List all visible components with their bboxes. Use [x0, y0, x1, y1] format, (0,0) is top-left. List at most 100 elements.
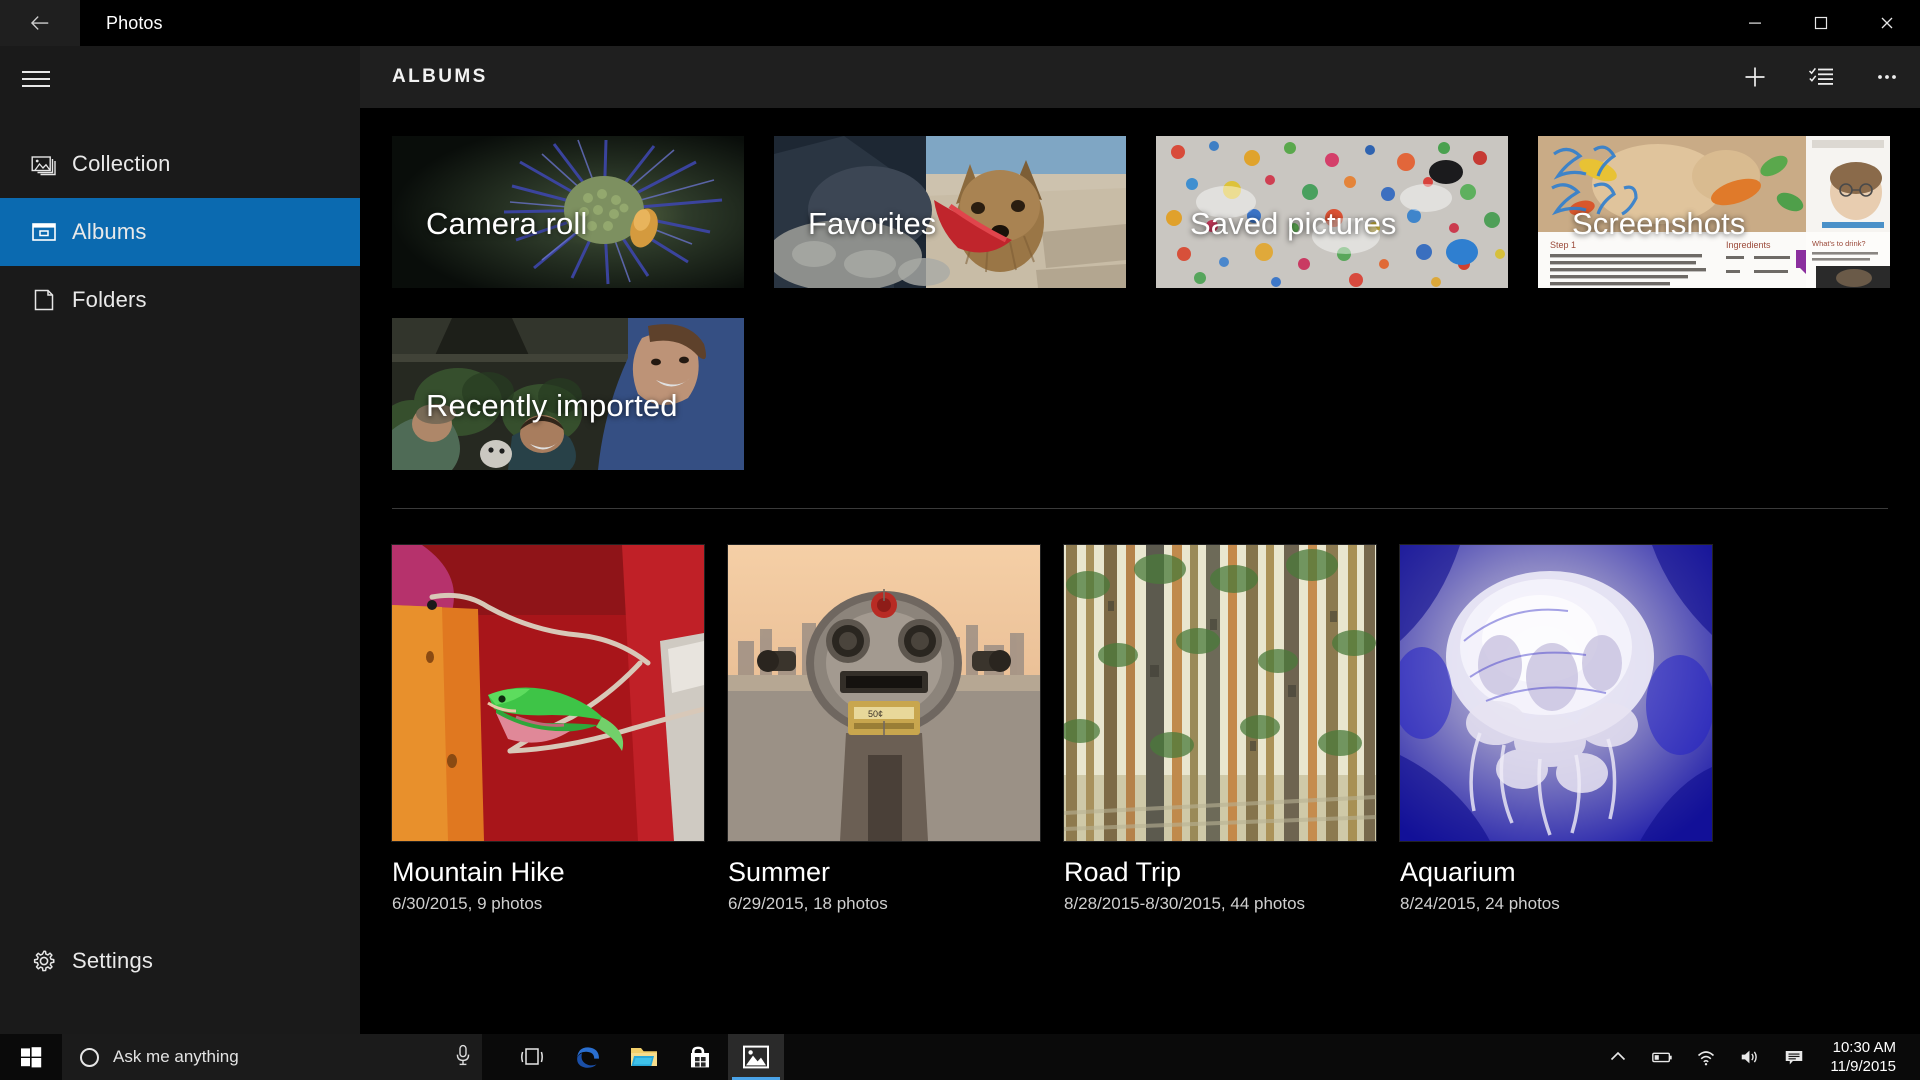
photos-app-window: Photos Collection Albums Folders Setting…	[0, 0, 1920, 1080]
sidebar-item-albums[interactable]: Albums	[0, 198, 360, 266]
special-albums-grid: Camera roll Favorites Saved pictures Ste…	[360, 108, 1920, 470]
clock[interactable]: 10:30 AM 11/9/2015	[1816, 1038, 1912, 1076]
start-button[interactable]	[0, 1034, 62, 1080]
user-albums-grid: Mountain Hike 6/30/2015, 9 photos 50¢ Su…	[360, 509, 1920, 914]
album-banner-label: Camera roll	[426, 206, 588, 241]
album-banner-saved-pictures[interactable]: Saved pictures	[1156, 136, 1508, 288]
album-banner-screenshots[interactable]: Step 1 Ingredients What's to drink? Scre…	[1538, 136, 1890, 288]
album-card-summer[interactable]: 50¢ Summer 6/29/2015, 18 photos	[728, 545, 1040, 914]
close-button[interactable]	[1854, 0, 1920, 46]
sidebar-item-label: Collection	[72, 151, 171, 176]
sidebar-item-settings[interactable]: Settings	[0, 930, 360, 992]
select-checklist-icon	[1808, 67, 1833, 85]
wifi-icon	[1697, 1051, 1715, 1066]
photos-app-icon	[743, 1045, 769, 1069]
album-meta: 6/30/2015, 9 photos	[392, 894, 543, 913]
maximize-button[interactable]	[1788, 0, 1854, 46]
album-title: Road Trip	[1064, 857, 1182, 887]
sidebar-item-collection[interactable]: Collection	[0, 130, 360, 198]
collection-icon	[16, 151, 72, 177]
sidebar-item-label: Folders	[72, 287, 147, 312]
network-button[interactable]	[1684, 1034, 1728, 1080]
album-banner-label: Favorites	[808, 206, 937, 241]
sidebar-settings-label: Settings	[72, 948, 154, 973]
album-banner-label: Saved pictures	[1190, 206, 1397, 241]
windows-start-icon	[21, 1047, 42, 1068]
edge-browser-icon	[577, 1047, 599, 1068]
sidebar-item-label: Albums	[72, 219, 147, 244]
main-content: ALBUMS Camera roll Favorites Saved pictu…	[360, 46, 1920, 1034]
microphone-button[interactable]	[454, 1044, 472, 1071]
new-album-button[interactable]	[1722, 46, 1788, 108]
album-meta: 8/24/2015, 24 photos	[1400, 894, 1560, 913]
navigation-sidebar: Collection Albums Folders Settings	[0, 46, 360, 1034]
maximize-icon	[1814, 16, 1828, 30]
albums-header-bar: ALBUMS	[360, 46, 1920, 108]
album-thumbnail[interactable]	[1400, 545, 1712, 841]
album-banner-camera-roll[interactable]: Camera roll	[392, 136, 744, 288]
show-hidden-icons-button[interactable]	[1596, 1034, 1640, 1080]
album-thumbnail[interactable]	[1064, 545, 1376, 841]
taskbar-photos-button[interactable]	[728, 1034, 784, 1080]
page-title: ALBUMS	[392, 66, 488, 87]
album-thumbnail[interactable]: 50¢	[728, 545, 1040, 841]
clock-time: 10:30 AM	[1832, 1039, 1896, 1056]
close-icon	[1881, 17, 1893, 29]
album-title: Summer	[728, 857, 831, 887]
action-center-button[interactable]	[1772, 1034, 1816, 1080]
taskbar-app-buttons	[504, 1034, 784, 1080]
search-input[interactable]: Ask me anything	[113, 1047, 440, 1067]
minimize-button[interactable]	[1722, 0, 1788, 46]
system-tray: 10:30 AM 11/9/2015	[1596, 1034, 1920, 1080]
file-explorer-icon	[631, 1048, 657, 1066]
album-title: Mountain Hike	[392, 857, 565, 887]
windows-taskbar: Ask me anything 10:30 AM 11/9/2015	[0, 1034, 1920, 1080]
more-options-button[interactable]	[1854, 46, 1920, 108]
album-card-road-trip[interactable]: Road Trip 8/28/2015-8/30/2015, 44 photos	[1064, 545, 1376, 914]
album-banner-label: Screenshots	[1572, 206, 1746, 241]
album-title: Aquarium	[1400, 857, 1516, 887]
albums-icon	[16, 219, 72, 245]
gear-icon	[16, 948, 72, 974]
taskbar-task-view-button[interactable]	[504, 1034, 560, 1080]
search-box[interactable]: Ask me anything	[62, 1034, 482, 1080]
microphone-icon	[456, 1044, 470, 1065]
album-banner-favorites[interactable]: Favorites	[774, 136, 1126, 288]
folders-icon	[16, 287, 72, 313]
chevron-up-icon	[1610, 1051, 1626, 1061]
album-card-mountain-hike[interactable]: Mountain Hike 6/30/2015, 9 photos	[392, 545, 704, 914]
svg-text:50¢: 50¢	[868, 709, 883, 719]
sidebar-item-folders[interactable]: Folders	[0, 266, 360, 334]
pine-forest-trees-photo	[1064, 545, 1376, 841]
taskbar-file-explorer-button[interactable]	[616, 1034, 672, 1080]
task-view-icon	[521, 1048, 543, 1065]
blue-jellyfish-photo	[1400, 545, 1712, 841]
more-options-icon	[1878, 75, 1896, 79]
album-meta: 6/29/2015, 18 photos	[728, 894, 888, 913]
green-anole-lizard-photo	[392, 545, 704, 841]
coin-operated-binoculars-photo: 50¢	[728, 545, 1040, 841]
window-title: Photos	[106, 12, 163, 33]
clock-date: 11/9/2015	[1830, 1058, 1896, 1075]
taskbar-microsoft-store-button[interactable]	[672, 1034, 728, 1080]
speaker-icon	[1741, 1050, 1757, 1064]
battery-icon	[1652, 1052, 1672, 1063]
title-bar: Photos	[0, 0, 1920, 46]
battery-button[interactable]	[1640, 1034, 1684, 1080]
plus-icon	[1745, 67, 1765, 87]
minimize-icon	[1749, 22, 1761, 24]
album-card-aquarium[interactable]: Aquarium 8/24/2015, 24 photos	[1400, 545, 1712, 914]
hamburger-menu-button[interactable]	[0, 46, 360, 112]
album-banner-label: Recently imported	[426, 388, 678, 423]
taskbar-edge-button[interactable]	[560, 1034, 616, 1080]
back-button[interactable]	[0, 0, 80, 46]
hamburger-menu-icon	[16, 71, 56, 87]
album-banner-recently-imported[interactable]: Recently imported	[392, 318, 744, 470]
microsoft-store-icon	[691, 1046, 709, 1068]
notification-icon	[1785, 1050, 1803, 1065]
album-thumbnail[interactable]	[392, 545, 704, 841]
svg-text:What's to drink?: What's to drink?	[1812, 239, 1866, 248]
album-meta: 8/28/2015-8/30/2015, 44 photos	[1064, 894, 1306, 913]
volume-button[interactable]	[1728, 1034, 1772, 1080]
select-button[interactable]	[1788, 46, 1854, 108]
